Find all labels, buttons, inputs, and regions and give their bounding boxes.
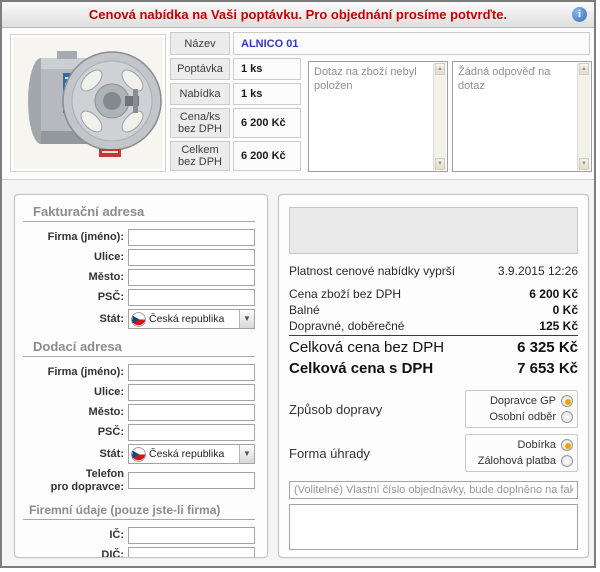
packing-label: Balné: [289, 302, 320, 318]
dic-input[interactable]: [128, 547, 255, 558]
spec-label-total: Celkem bez DPH: [170, 141, 230, 171]
shipping-zip-label: PSČ:: [98, 426, 124, 439]
shipping-country-value: Česká republika: [149, 448, 239, 460]
billing-street-label: Ulice:: [94, 251, 124, 264]
question-text: Dotaz na zboží nebyl položen: [314, 66, 417, 92]
billing-zip-input[interactable]: [128, 289, 255, 306]
scroll-up-icon[interactable]: ▲: [579, 63, 589, 75]
chevron-down-icon[interactable]: ▼: [239, 445, 254, 463]
note-textarea[interactable]: [289, 504, 578, 550]
order-summary-panel: Platnost cenové nabídky vyprší 3.9.2015 …: [278, 194, 589, 558]
shipping-fee-label: Dopravné, doběrečné: [289, 318, 404, 334]
goods-price-value: 6 200 Kč: [529, 286, 578, 302]
company-info-heading: Firemní údaje (pouze jste-li firma): [23, 503, 255, 520]
spec-label-offer: Nabídka: [170, 83, 230, 105]
shipping-street-label: Ulice:: [94, 386, 124, 399]
billing-company-label: Firma (jméno):: [48, 231, 124, 244]
shipping-company-label: Firma (jméno):: [48, 366, 124, 379]
payment-method-group: Dobírka Zálohová platba: [465, 434, 578, 472]
validity-label: Platnost cenové nabídky vyprší: [289, 264, 455, 278]
shipping-street-input[interactable]: [128, 384, 255, 401]
carrier-phone-input[interactable]: [128, 472, 255, 489]
total-incl-vat-label: Celková cena s DPH: [289, 360, 433, 378]
spec-value-total: 6 200 Kč: [233, 141, 301, 171]
shipping-city-label: Město:: [89, 406, 124, 419]
czech-flag-icon: [131, 447, 146, 462]
order-number-input[interactable]: [289, 481, 578, 499]
billing-country-value: Česká republika: [149, 313, 239, 325]
validity-value: 3.9.2015 12:26: [498, 264, 578, 278]
shipping-option-dopravce-gp[interactable]: Dopravce GP: [470, 393, 573, 409]
billing-address-heading: Fakturační adresa: [23, 204, 255, 222]
billing-zip-label: PSČ:: [98, 291, 124, 304]
payment-option-zalohova-platba[interactable]: Zálohová platba: [470, 453, 573, 469]
radio-icon[interactable]: [561, 455, 573, 467]
total-excl-vat-value: 6 325 Kč: [517, 339, 578, 357]
page-title: Cenová nabídka na Vaši poptávku. Pro obj…: [89, 7, 507, 22]
scroll-up-icon[interactable]: ▲: [435, 63, 445, 75]
shipping-country-label: Stát:: [100, 448, 124, 461]
chevron-down-icon[interactable]: ▼: [239, 310, 254, 328]
spec-value-unit-price: 6 200 Kč: [233, 108, 301, 138]
spec-label-unit-price: Cena/ks bez DPH: [170, 108, 230, 138]
shipping-city-input[interactable]: [128, 404, 255, 421]
spec-value-offer: 1 ks: [233, 83, 301, 105]
header-bar: Cenová nabídka na Vaši poptávku. Pro obj…: [2, 2, 594, 28]
billing-country-label: Stát:: [100, 313, 124, 326]
motor-photo: [13, 37, 163, 169]
shipping-zip-input[interactable]: [128, 424, 255, 441]
scrollbar[interactable]: ▲ ▼: [577, 63, 590, 170]
shipping-country-select[interactable]: Česká republika ▼: [128, 444, 255, 464]
radio-icon[interactable]: [561, 411, 573, 423]
scroll-down-icon[interactable]: ▼: [435, 158, 445, 170]
goods-price-label: Cena zboží bez DPH: [289, 286, 401, 302]
billing-country-select[interactable]: Česká republika ▼: [128, 309, 255, 329]
total-excl-vat-label: Celková cena bez DPH: [289, 339, 444, 357]
product-image: [10, 34, 166, 172]
shipping-method-label: Způsob dopravy: [289, 402, 382, 417]
spec-label-demand: Poptávka: [170, 58, 230, 80]
payment-option-dobirka[interactable]: Dobírka: [470, 437, 573, 453]
payment-method-label: Forma úhrady: [289, 446, 370, 461]
ic-label: IČ:: [109, 529, 124, 542]
billing-city-input[interactable]: [128, 269, 255, 286]
billing-street-input[interactable]: [128, 249, 255, 266]
price-offer-window: Cenová nabídka na Vaši poptávku. Pro obj…: [0, 0, 596, 568]
shipping-fee-value: 125 Kč: [539, 318, 578, 334]
question-textarea[interactable]: Dotaz na zboží nebyl položen ▲ ▼: [308, 61, 448, 172]
info-icon[interactable]: i: [572, 7, 587, 22]
spec-value-demand: 1 ks: [233, 58, 301, 80]
address-form-panel: Fakturační adresa Firma (jméno): Ulice: …: [14, 194, 268, 558]
product-name-link[interactable]: ALNICO 01: [241, 38, 298, 50]
czech-flag-icon: [131, 312, 146, 327]
spec-label-name: Název: [170, 32, 230, 55]
summary-placeholder-box: [289, 207, 578, 254]
packing-value: 0 Kč: [553, 302, 578, 318]
shipping-address-heading: Dodací adresa: [23, 339, 255, 357]
radio-icon[interactable]: [561, 439, 573, 451]
scrollbar[interactable]: ▲ ▼: [433, 63, 446, 170]
ic-input[interactable]: [128, 527, 255, 544]
radio-icon[interactable]: [561, 395, 573, 407]
scroll-down-icon[interactable]: ▼: [579, 158, 589, 170]
billing-city-label: Město:: [89, 271, 124, 284]
carrier-phone-label: Telefon pro dopravce:: [51, 468, 124, 493]
total-incl-vat-value: 7 653 Kč: [517, 360, 578, 378]
shipping-option-osobni-odber[interactable]: Osobní odběr: [470, 409, 573, 425]
dic-label: DIČ:: [101, 549, 124, 558]
shipping-method-group: Dopravce GP Osobní odběr: [465, 390, 578, 428]
answer-text: Žádná odpověď na dotaz: [458, 66, 550, 92]
shipping-company-input[interactable]: [128, 364, 255, 381]
answer-textarea[interactable]: Žádná odpověď na dotaz ▲ ▼: [452, 61, 592, 172]
billing-company-input[interactable]: [128, 229, 255, 246]
